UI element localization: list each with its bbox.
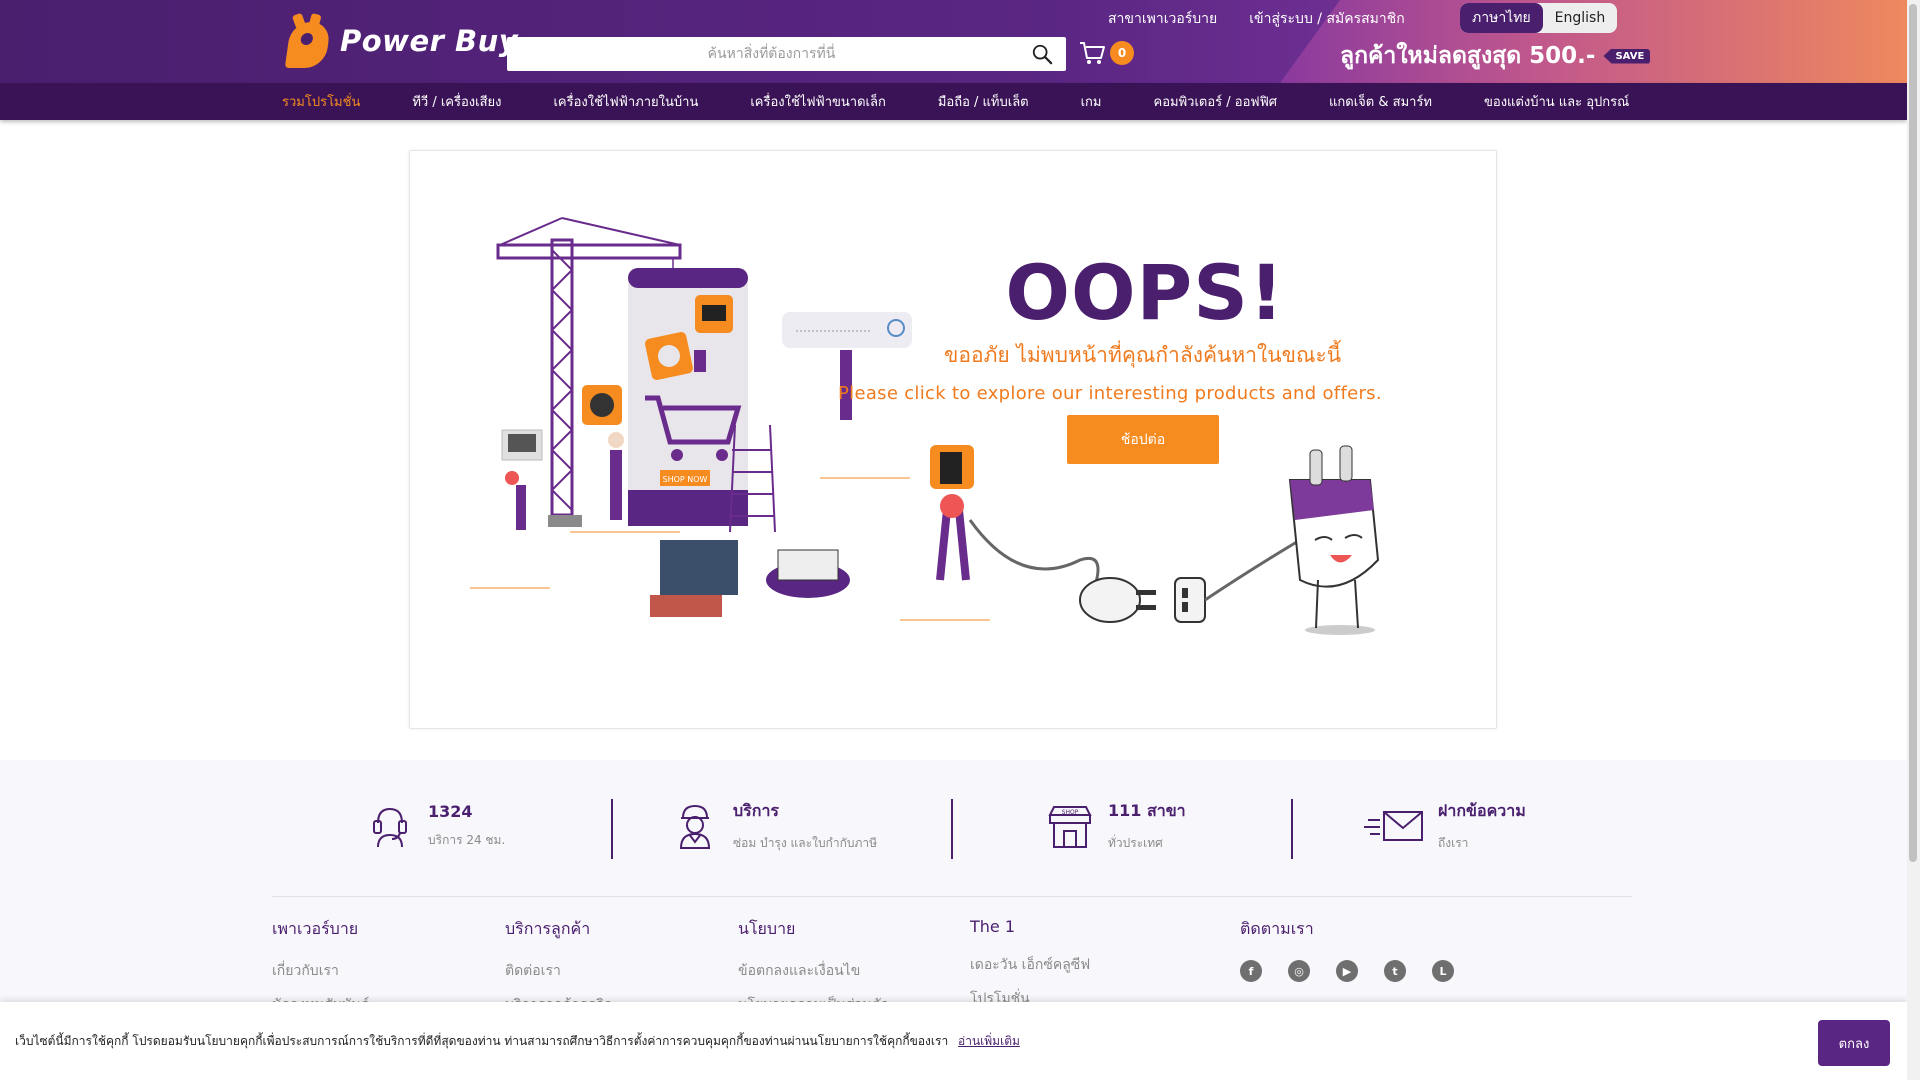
- service-subtitle: บริการ 24 ชม.: [428, 833, 506, 847]
- error-message-english: Please click to explore our interesting …: [838, 383, 1382, 404]
- nav-item-home-appliances[interactable]: เครื่องใช้ไฟฟ้าภายในบ้าน: [553, 91, 698, 112]
- footer-link[interactable]: เกี่ยวกับเรา: [272, 960, 369, 982]
- divider: [951, 799, 953, 859]
- service-repair[interactable]: บริการ ซ่อม บำรุง และใบกำกับภาษี: [667, 793, 877, 859]
- error-message-thai: ขออภัย ไม่พบหน้าที่คุณกำลังค้นหาในขณะนี้: [944, 343, 1342, 367]
- footer-link[interactable]: ข้อตกลงและเงื่อนไข: [738, 960, 889, 982]
- service-title: บริการ: [733, 801, 780, 820]
- service-branches[interactable]: SHOP 111 สาขา ทั่วประเทศ: [1042, 793, 1186, 859]
- svg-text:SHOP: SHOP: [1062, 809, 1079, 816]
- footer-link[interactable]: ติดต่อเรา: [505, 960, 612, 982]
- search-icon: [1032, 44, 1053, 65]
- footer-link[interactable]: เดอะวัน เอ็กซ์คลูซีฟ: [970, 954, 1090, 976]
- headset-icon: [362, 798, 418, 854]
- service-title: ฝากข้อความ: [1438, 801, 1526, 820]
- footer-column-title: นโยบาย: [738, 919, 796, 938]
- nav-item-computer-office[interactable]: คอมพิวเตอร์ / ออฟฟิศ: [1154, 91, 1278, 112]
- category-nav: รวมโปรโมชั่น ทีวี / เครื่องเสียง เครื่อง…: [0, 83, 1907, 120]
- logo-text: Power Buy: [340, 24, 519, 58]
- under-construction-illustration: SHOP NOW: [470, 217, 912, 617]
- nav-item-games[interactable]: เกม: [1081, 91, 1102, 112]
- page-scrollbar[interactable]: [1907, 0, 1920, 1080]
- service-message[interactable]: ฝากข้อความ ถึงเรา: [1362, 793, 1526, 859]
- instagram-icon[interactable]: ◎: [1288, 960, 1310, 982]
- search-bar: [507, 37, 1066, 71]
- login-register-link[interactable]: เข้าสู่ระบบ / สมัครสมาชิก: [1249, 8, 1404, 30]
- promo-text[interactable]: ลูกค้าใหม่ลดสูงสุด 500.- SAVE: [1340, 38, 1651, 74]
- cookie-accept-button[interactable]: ตกลง: [1818, 1020, 1890, 1066]
- technician-icon: [667, 798, 723, 854]
- nav-item-tv-audio[interactable]: ทีวี / เครื่องเสียง: [412, 91, 501, 112]
- cookie-text: เว็บไซต์นี้มีการใช้คุกกี้ โปรดยอมรับนโยบ…: [15, 1034, 949, 1048]
- twitter-icon[interactable]: t: [1384, 960, 1406, 982]
- cart-count-badge: 0: [1110, 41, 1134, 65]
- continue-shopping-button[interactable]: ช้อปต่อ: [1067, 415, 1219, 464]
- logo[interactable]: Power Buy: [284, 12, 519, 68]
- unplugged-plug-illustration: [900, 445, 1380, 635]
- cookie-read-more-link[interactable]: อ่านเพิ่มเติม: [958, 1034, 1020, 1048]
- service-subtitle: ซ่อม บำรุง และใบกำกับภาษี: [733, 836, 878, 850]
- footer-divider: [272, 896, 1632, 897]
- divider: [1291, 799, 1293, 859]
- service-highlights: 1324 บริการ 24 ชม. บริการ ซ่อม บำรุง และ…: [272, 793, 1632, 859]
- service-title: 111 สาขา: [1108, 801, 1186, 820]
- search-button[interactable]: [1018, 37, 1066, 71]
- error-title: OOPS!: [1005, 248, 1285, 337]
- service-title: 1324: [428, 802, 473, 821]
- youtube-icon[interactable]: ▶: [1336, 960, 1358, 982]
- footer-column-title: The 1: [970, 917, 1016, 936]
- nav-item-gadget-smart[interactable]: แกดเจ็ต & สมาร์ท: [1329, 91, 1432, 112]
- search-input[interactable]: [507, 37, 1018, 71]
- cart-icon: [1080, 42, 1105, 64]
- cart-button[interactable]: 0: [1078, 40, 1134, 66]
- service-subtitle: ทั่วประเทศ: [1108, 836, 1163, 850]
- cookie-text-wrap: เว็บไซต์นี้มีการใช้คุกกี้ โปรดยอมรับนโยบ…: [15, 1032, 1020, 1051]
- cookie-consent-bar: เว็บไซต์นี้มีการใช้คุกกี้ โปรดยอมรับนโยบ…: [0, 1002, 1907, 1080]
- lang-english-button[interactable]: English: [1543, 3, 1618, 33]
- service-hotline[interactable]: 1324 บริการ 24 ชม.: [362, 793, 505, 859]
- footer-column-title: ติดตามเรา: [1240, 919, 1314, 938]
- promo-headline: ลูกค้าใหม่ลดสูงสุด 500.-: [1340, 43, 1596, 69]
- footer-column-follow: ติดตามเรา f ◎ ▶ t L: [1240, 917, 1454, 982]
- shop-icon: SHOP: [1042, 798, 1098, 854]
- lang-thai-button[interactable]: ภาษาไทย: [1460, 3, 1543, 33]
- scrollbar-thumb[interactable]: [1909, 4, 1917, 862]
- social-links: f ◎ ▶ t L: [1240, 960, 1454, 982]
- save-tag: SAVE: [1603, 48, 1651, 64]
- footer-column-title: เพาเวอร์บาย: [272, 919, 359, 938]
- nav-item-home-decor[interactable]: ของแต่งบ้าน และ อุปกรณ์: [1484, 91, 1629, 112]
- nav-item-promotions[interactable]: รวมโปรโมชั่น: [282, 91, 360, 112]
- footer-column-title: บริการลูกค้า: [505, 919, 591, 938]
- service-subtitle: ถึงเรา: [1438, 836, 1469, 850]
- divider: [611, 799, 613, 859]
- top-links: สาขาเพาเวอร์บาย เข้าสู่ระบบ / สมัครสมาชิ…: [1108, 8, 1405, 30]
- line-icon[interactable]: L: [1432, 960, 1454, 982]
- nav-item-small-appliances[interactable]: เครื่องใช้ไฟฟ้าขนาดเล็ก: [750, 91, 886, 112]
- power-buy-logo-icon: [284, 12, 332, 68]
- nav-item-mobile-tablet[interactable]: มือถือ / แท็บเล็ต: [938, 91, 1029, 112]
- shop-now-label: SHOP NOW: [663, 475, 708, 484]
- language-switcher: ภาษาไทย English: [1460, 3, 1618, 33]
- mail-icon: [1362, 798, 1428, 854]
- store-locator-link[interactable]: สาขาเพาเวอร์บาย: [1108, 8, 1217, 30]
- facebook-icon[interactable]: f: [1240, 960, 1262, 982]
